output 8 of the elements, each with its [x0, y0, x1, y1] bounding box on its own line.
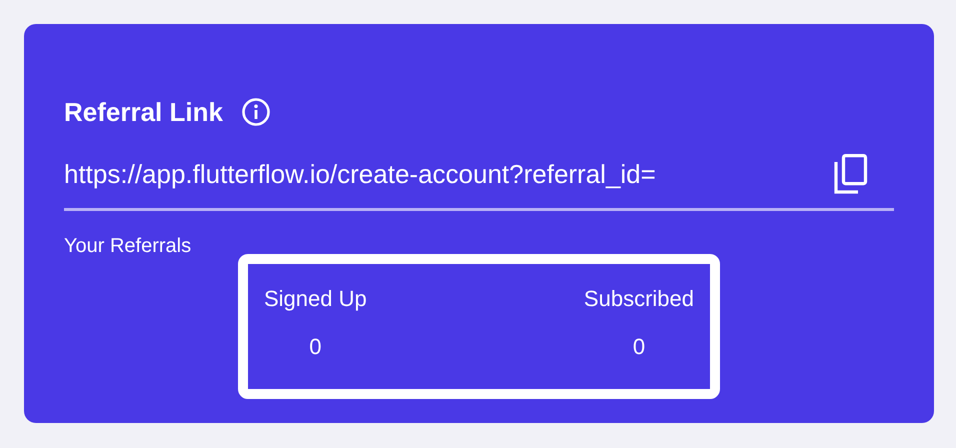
- card-title: Referral Link: [64, 96, 223, 128]
- stat-value: 0: [632, 334, 646, 360]
- stat-label: Subscribed: [584, 286, 694, 312]
- copy-icon[interactable]: [834, 154, 868, 194]
- section-label: Your Referrals: [64, 235, 192, 258]
- stat-value: 0: [309, 334, 322, 360]
- stat-label: Signed Up: [264, 286, 367, 312]
- info-icon[interactable]: [240, 97, 271, 127]
